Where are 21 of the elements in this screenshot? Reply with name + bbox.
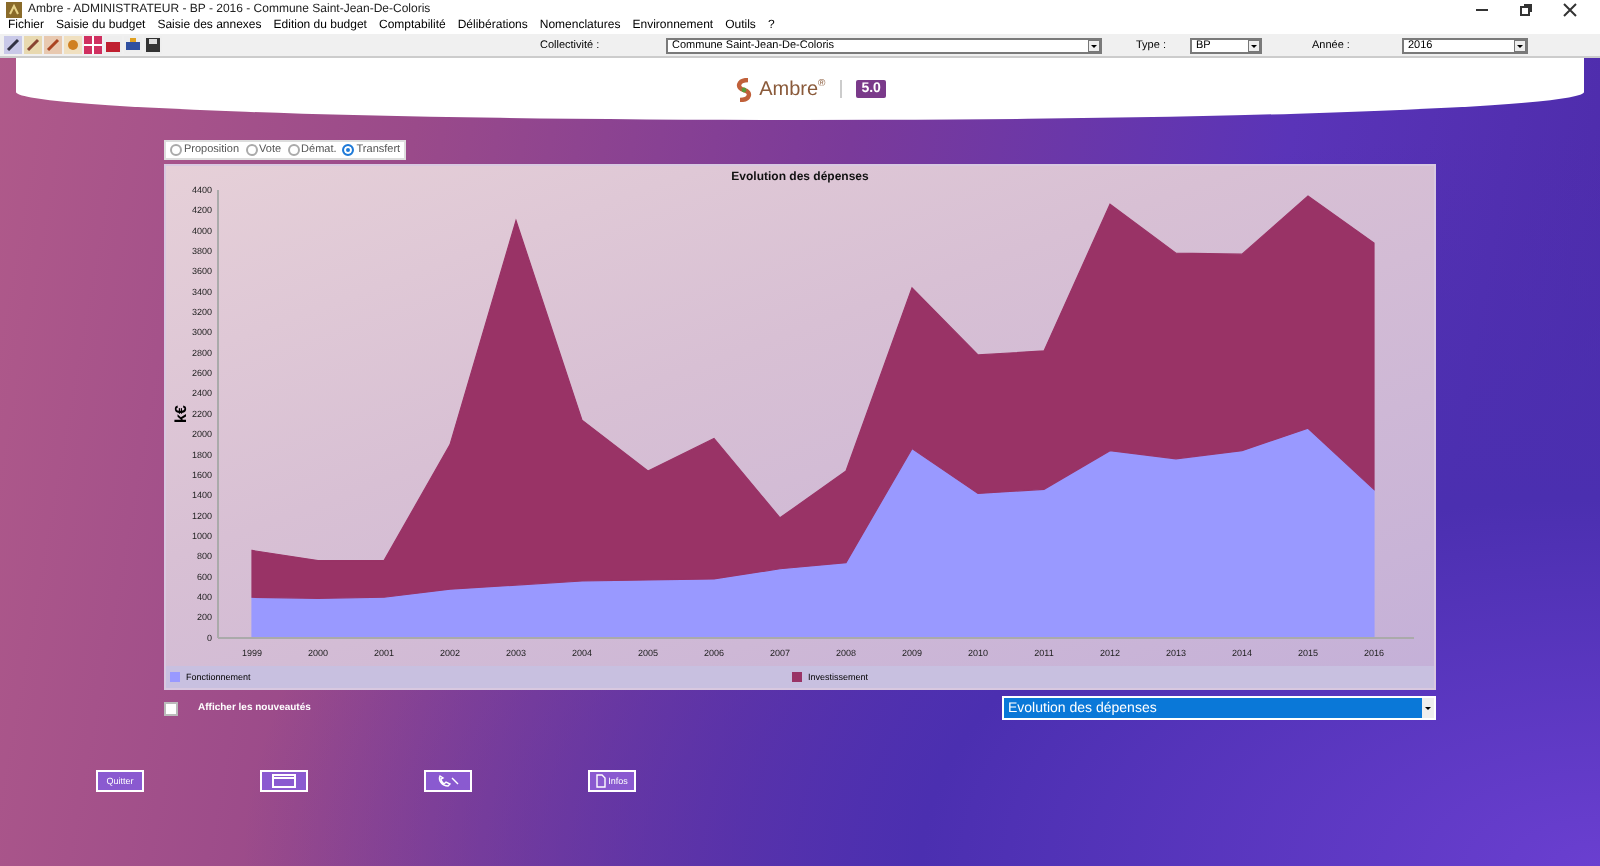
- axis-label: k€: [172, 405, 190, 423]
- grid-icon[interactable]: [84, 36, 102, 54]
- app-icon: [6, 1, 22, 17]
- dropdown-arrow-icon: [1248, 39, 1260, 51]
- logo-text: Ambre$^{®}$: [759, 77, 826, 101]
- browser-window-icon: [272, 774, 296, 788]
- swirl-logo-icon: [733, 77, 754, 101]
- document-icon: [596, 774, 607, 788]
- web-button[interactable]: [260, 770, 308, 792]
- phone-icon: [436, 774, 460, 788]
- legend-swatch: [792, 672, 802, 682]
- close-icon[interactable]: [1562, 1, 1578, 17]
- dropdown-arrow-icon: [1514, 39, 1526, 51]
- checkbox[interactable]: [164, 701, 178, 715]
- pencil-icon[interactable]: [44, 36, 62, 54]
- restore-icon[interactable]: [1518, 1, 1534, 17]
- pencil-icon[interactable]: [24, 36, 42, 54]
- legend-swatch: [170, 672, 180, 682]
- phone-button[interactable]: [424, 770, 472, 792]
- pencil-icon[interactable]: [4, 36, 22, 54]
- dropdown-arrow-icon: [1088, 39, 1100, 51]
